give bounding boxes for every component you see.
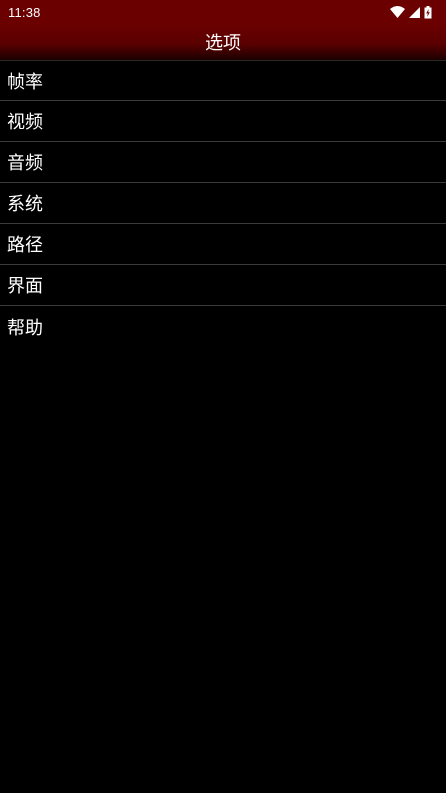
- menu-item-audio[interactable]: 音频: [0, 142, 446, 183]
- status-icons: [390, 5, 432, 19]
- menu-item-paths[interactable]: 路径: [0, 224, 446, 265]
- wifi-icon: [390, 6, 405, 18]
- cell-signal-icon: [409, 6, 420, 18]
- options-menu: 帧率 视频 音频 系统 路径 界面 帮助: [0, 60, 446, 347]
- page-title: 选项: [205, 33, 241, 54]
- menu-item-help[interactable]: 帮助: [0, 306, 446, 347]
- status-time: 11:38: [8, 4, 41, 20]
- options-screen: 11:38 选项 帧率 视频 音频 系统 路径 界面 帮助: [0, 0, 446, 793]
- menu-item-interface[interactable]: 界面: [0, 265, 446, 306]
- menu-item-label: 路径: [7, 235, 43, 256]
- menu-item-label: 帧率: [7, 71, 43, 93]
- menu-item-label: 视频: [7, 112, 43, 133]
- battery-charging-icon: [424, 5, 432, 19]
- menu-item-system[interactable]: 系统: [0, 183, 446, 224]
- status-bar: 11:38: [0, 0, 446, 24]
- menu-item-frame-rate[interactable]: 帧率: [0, 60, 446, 101]
- menu-item-label: 音频: [7, 153, 43, 174]
- menu-item-label: 界面: [7, 276, 43, 297]
- menu-item-video[interactable]: 视频: [0, 101, 446, 142]
- menu-item-label: 帮助: [7, 317, 43, 339]
- menu-item-label: 系统: [7, 194, 43, 215]
- app-bar: 选项: [0, 24, 446, 60]
